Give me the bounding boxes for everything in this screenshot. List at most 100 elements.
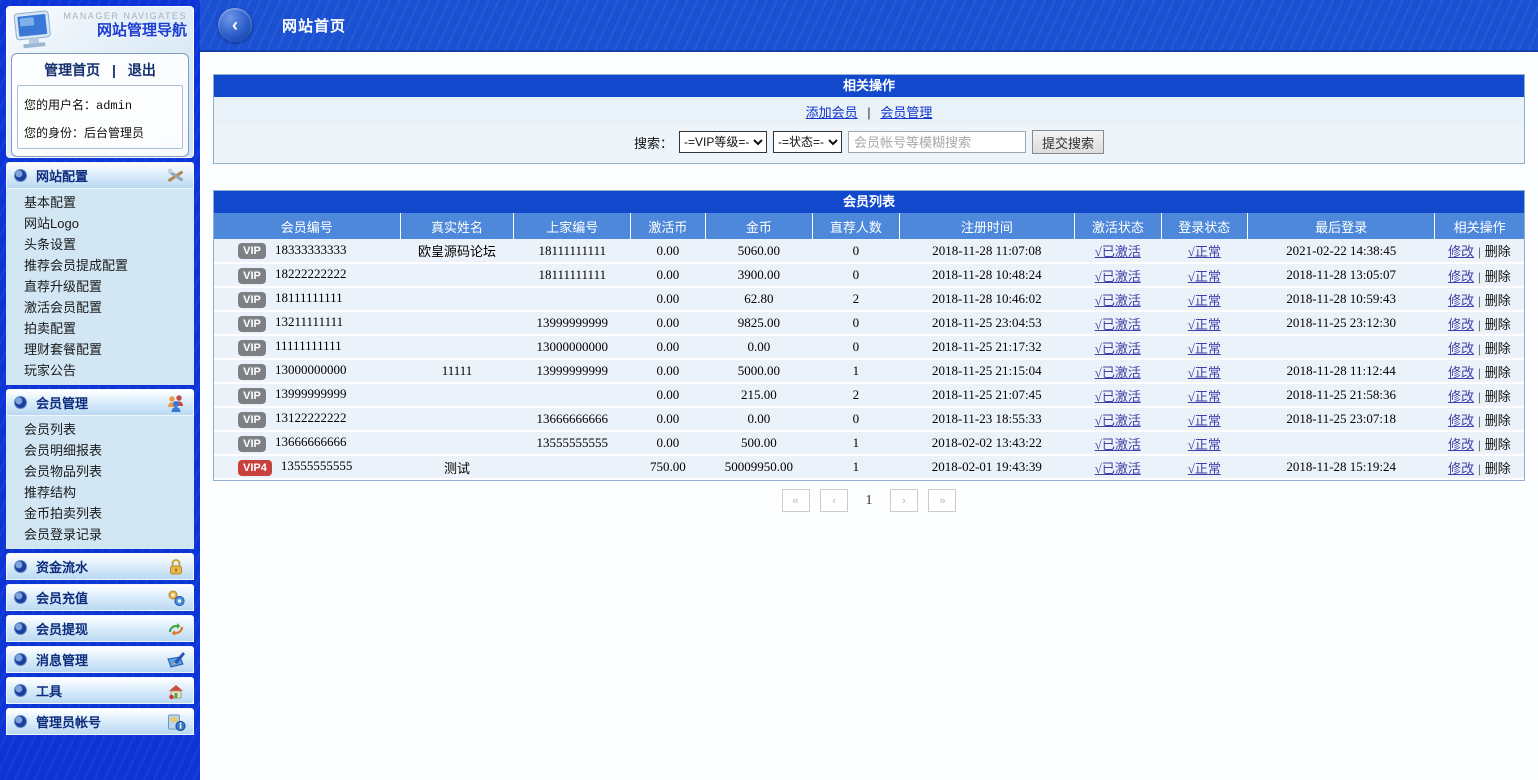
activation-status-link[interactable]: √已激活	[1095, 244, 1141, 259]
delete-link[interactable]: 删除	[1485, 341, 1511, 356]
delete-link[interactable]: 删除	[1485, 244, 1511, 259]
delete-link[interactable]: 删除	[1485, 293, 1511, 308]
login-status-link[interactable]: √正常	[1188, 389, 1221, 404]
delete-link[interactable]: 删除	[1485, 461, 1511, 476]
search-input[interactable]	[848, 131, 1026, 153]
sidebar-section-header[interactable]: 网站配置	[6, 162, 194, 189]
activation-status-link[interactable]: √已激活	[1095, 461, 1141, 476]
delete-link[interactable]: 删除	[1485, 365, 1511, 380]
prev-page-button[interactable]: ‹	[820, 489, 848, 512]
logout-link[interactable]: 退出	[128, 62, 156, 78]
sidebar-section-header[interactable]: 会员充值	[6, 584, 194, 611]
activation-coin-cell: 0.00	[631, 407, 706, 431]
vip-level-select[interactable]: -=VIP等级=-	[679, 131, 767, 153]
activation-status-link[interactable]: √已激活	[1095, 413, 1141, 428]
activation-status-link[interactable]: √已激活	[1095, 269, 1141, 284]
sidebar-section-label: 会员充值	[36, 588, 166, 607]
sidebar-section-header[interactable]: 会员提现	[6, 615, 194, 642]
activation-status-link[interactable]: √已激活	[1095, 389, 1141, 404]
vip-badge: VIP	[238, 412, 266, 428]
edit-link[interactable]: 修改	[1448, 244, 1474, 259]
activation-status-cell: √已激活	[1075, 359, 1161, 383]
sidebar-item[interactable]: 基本配置	[6, 192, 194, 213]
sidebar-item[interactable]: 会员明细报表	[6, 440, 194, 461]
edit-link[interactable]: 修改	[1448, 413, 1474, 428]
sidebar-item[interactable]: 拍卖配置	[6, 318, 194, 339]
vip-badge: VIP	[238, 388, 266, 404]
edit-link[interactable]: 修改	[1448, 461, 1474, 476]
edit-link[interactable]: 修改	[1448, 293, 1474, 308]
submit-search-button[interactable]: 提交搜索	[1032, 130, 1104, 154]
delete-link[interactable]: 删除	[1485, 269, 1511, 284]
ops-panel-title: 相关操作	[214, 75, 1524, 97]
delete-link[interactable]: 删除	[1485, 437, 1511, 452]
login-status-cell: √正常	[1161, 407, 1247, 431]
next-page-button[interactable]: ›	[890, 489, 918, 512]
login-status-link[interactable]: √正常	[1188, 365, 1221, 380]
current-page-number: 1	[866, 493, 873, 508]
column-header: 金币	[705, 213, 812, 239]
sidebar-item[interactable]: 金币拍卖列表	[6, 503, 194, 524]
last-page-button[interactable]: »	[928, 489, 956, 512]
sidebar-item[interactable]: 玩家公告	[6, 360, 194, 381]
login-status-link[interactable]: √正常	[1188, 244, 1221, 259]
member-manage-link[interactable]: 会员管理	[880, 105, 932, 120]
action-divider: |	[1478, 341, 1481, 356]
login-status-link[interactable]: √正常	[1188, 269, 1221, 284]
sidebar-item[interactable]: 网站Logo	[6, 213, 194, 234]
sidebar-item[interactable]: 直荐升级配置	[6, 276, 194, 297]
activation-status-link[interactable]: √已激活	[1095, 437, 1141, 452]
edit-link[interactable]: 修改	[1448, 317, 1474, 332]
sidebar-item[interactable]: 推荐结构	[6, 482, 194, 503]
delete-link[interactable]: 删除	[1485, 317, 1511, 332]
activation-status-link[interactable]: √已激活	[1095, 293, 1141, 308]
gold-cell: 9825.00	[705, 311, 812, 335]
member-account: 13122222222	[275, 410, 347, 425]
login-status-link[interactable]: √正常	[1188, 293, 1221, 308]
edit-link[interactable]: 修改	[1448, 365, 1474, 380]
edit-link[interactable]: 修改	[1448, 437, 1474, 452]
activation-status-link[interactable]: √已激活	[1095, 365, 1141, 380]
parent-account-cell: 13999999999	[514, 311, 631, 335]
login-status-link[interactable]: √正常	[1188, 437, 1221, 452]
sidebar-section-header[interactable]: 消息管理	[6, 646, 194, 673]
sidebar-section-items: 会员列表会员明细报表会员物品列表推荐结构金币拍卖列表会员登录记录	[6, 416, 194, 549]
sidebar-section-header[interactable]: 工具	[6, 677, 194, 704]
delete-link[interactable]: 删除	[1485, 413, 1511, 428]
status-select[interactable]: -=状态=-	[773, 131, 842, 153]
sidebar-section-header[interactable]: 资金流水	[6, 553, 194, 580]
last-login-cell: 2018-11-25 23:12:30	[1248, 311, 1435, 335]
edit-link[interactable]: 修改	[1448, 341, 1474, 356]
login-status-link[interactable]: √正常	[1188, 461, 1221, 476]
first-page-button[interactable]: «	[782, 489, 810, 512]
activation-status-link[interactable]: √已激活	[1095, 317, 1141, 332]
edit-link[interactable]: 修改	[1448, 269, 1474, 284]
search-label: 搜索：	[634, 133, 673, 152]
add-member-link[interactable]: 添加会员	[806, 105, 858, 120]
login-status-link[interactable]: √正常	[1188, 413, 1221, 428]
delete-link[interactable]: 删除	[1485, 389, 1511, 404]
topbar: ‹ 网站首页	[200, 0, 1538, 52]
sidebar-item[interactable]: 推荐会员提成配置	[6, 255, 194, 276]
sidebar-item[interactable]: 会员列表	[6, 419, 194, 440]
login-status-cell: √正常	[1161, 359, 1247, 383]
back-button[interactable]: ‹	[218, 8, 252, 42]
edit-link[interactable]: 修改	[1448, 389, 1474, 404]
sidebar-item[interactable]: 理财套餐配置	[6, 339, 194, 360]
sidebar-section-label: 资金流水	[36, 557, 166, 576]
sidebar-section-header[interactable]: 管理员帐号	[6, 708, 194, 735]
last-login-cell	[1248, 431, 1435, 455]
member-account-cell: VIP11111111111	[214, 335, 400, 359]
sidebar-item[interactable]: 会员物品列表	[6, 461, 194, 482]
sidebar-item[interactable]: 会员登录记录	[6, 524, 194, 545]
admin-home-link[interactable]: 管理首页	[44, 62, 100, 78]
activation-status-link[interactable]: √已激活	[1095, 341, 1141, 356]
login-status-link[interactable]: √正常	[1188, 317, 1221, 332]
sidebar-section-header[interactable]: 会员管理	[6, 389, 194, 416]
column-header: 会员编号	[214, 213, 400, 239]
direct-count-cell: 1	[813, 455, 899, 479]
sidebar-item[interactable]: 激活会员配置	[6, 297, 194, 318]
actions-cell: 修改|删除	[1435, 407, 1524, 431]
sidebar-item[interactable]: 头条设置	[6, 234, 194, 255]
login-status-link[interactable]: √正常	[1188, 341, 1221, 356]
